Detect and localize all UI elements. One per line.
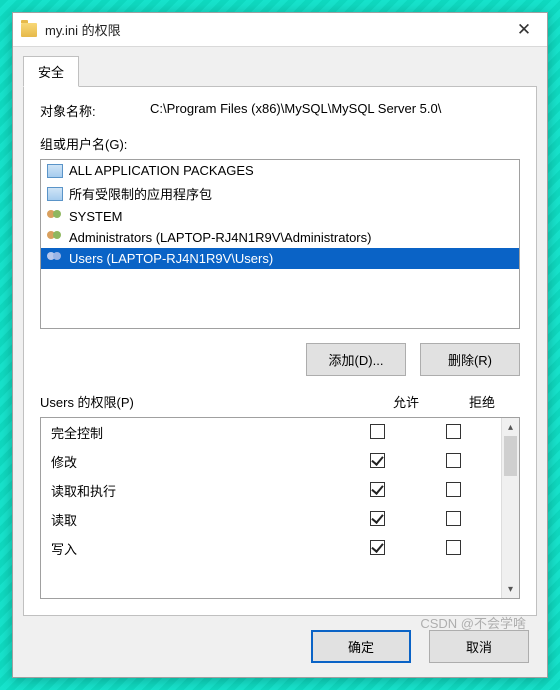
permissions-dialog: my.ini 的权限 ✕ 安全 对象名称: C:\Program Files (… <box>12 12 548 678</box>
object-name-row: 对象名称: C:\Program Files (x86)\MySQL\MySQL… <box>40 101 520 120</box>
package-icon <box>47 164 63 178</box>
deny-checkbox[interactable] <box>446 453 461 468</box>
groups-listbox[interactable]: ALL APPLICATION PACKAGES 所有受限制的应用程序包 SYSTE… <box>40 159 520 329</box>
users-icon <box>47 210 63 224</box>
tabstrip: 安全 <box>13 47 547 86</box>
deny-checkbox[interactable] <box>446 424 461 439</box>
group-list-item[interactable]: SYSTEM <box>41 206 519 227</box>
groups-label: 组或用户名(G): <box>40 134 520 153</box>
group-list-item[interactable]: Users (LAPTOP-RJ4N1R9V\Users) <box>41 248 519 269</box>
content-panel: 对象名称: C:\Program Files (x86)\MySQL\MySQL… <box>23 86 537 616</box>
object-name-value: C:\Program Files (x86)\MySQL\MySQL Serve… <box>150 101 520 120</box>
allow-column-header: 允许 <box>368 392 444 411</box>
permission-name: 修改 <box>51 452 339 471</box>
group-item-label: Users (LAPTOP-RJ4N1R9V\Users) <box>69 251 273 266</box>
allow-checkbox[interactable] <box>370 482 385 497</box>
cancel-button[interactable]: 取消 <box>429 630 529 663</box>
allow-checkbox[interactable] <box>370 424 385 439</box>
remove-button[interactable]: 删除(R) <box>420 343 520 376</box>
titlebar: my.ini 的权限 ✕ <box>13 13 547 47</box>
permission-row: 写入 <box>41 534 501 563</box>
scroll-down-icon[interactable]: ▾ <box>502 580 519 598</box>
permission-row: 修改 <box>41 447 501 476</box>
permission-name: 写入 <box>51 539 339 558</box>
permission-name: 完全控制 <box>51 423 339 442</box>
allow-checkbox[interactable] <box>370 540 385 555</box>
permissions-listbox: 完全控制修改读取和执行读取写入 ▴ ▾ <box>40 417 520 599</box>
permissions-header: Users 的权限(P) 允许 拒绝 <box>40 392 520 411</box>
close-icon: ✕ <box>517 20 531 40</box>
users-icon <box>47 231 63 245</box>
dialog-footer: 确定 取消 <box>13 616 547 677</box>
allow-checkbox[interactable] <box>370 453 385 468</box>
group-buttons-row: 添加(D)... 删除(R) <box>40 343 520 376</box>
group-item-label: SYSTEM <box>69 209 122 224</box>
ok-button[interactable]: 确定 <box>311 630 411 663</box>
permissions-title: Users 的权限(P) <box>40 392 368 411</box>
group-item-label: Administrators (LAPTOP-RJ4N1R9V\Administ… <box>69 230 371 245</box>
permission-row: 读取 <box>41 505 501 534</box>
group-list-item[interactable]: Administrators (LAPTOP-RJ4N1R9V\Administ… <box>41 227 519 248</box>
group-list-item[interactable]: 所有受限制的应用程序包 <box>41 181 519 206</box>
deny-checkbox[interactable] <box>446 511 461 526</box>
permission-name: 读取 <box>51 510 339 529</box>
deny-checkbox[interactable] <box>446 540 461 555</box>
group-item-label: 所有受限制的应用程序包 <box>69 184 212 203</box>
package-icon <box>47 187 63 201</box>
users-icon <box>47 252 63 266</box>
deny-checkbox[interactable] <box>446 482 461 497</box>
folder-icon <box>21 23 37 37</box>
close-button[interactable]: ✕ <box>501 13 547 47</box>
window-title: my.ini 的权限 <box>45 20 501 39</box>
deny-column-header: 拒绝 <box>444 392 520 411</box>
add-button[interactable]: 添加(D)... <box>306 343 406 376</box>
group-list-item[interactable]: ALL APPLICATION PACKAGES <box>41 160 519 181</box>
scrollbar[interactable]: ▴ ▾ <box>501 418 519 598</box>
scroll-thumb[interactable] <box>504 436 517 476</box>
allow-checkbox[interactable] <box>370 511 385 526</box>
permission-row: 完全控制 <box>41 418 501 447</box>
permission-name: 读取和执行 <box>51 481 339 500</box>
permission-row: 读取和执行 <box>41 476 501 505</box>
group-item-label: ALL APPLICATION PACKAGES <box>69 163 254 178</box>
tab-security[interactable]: 安全 <box>23 56 79 87</box>
scroll-up-icon[interactable]: ▴ <box>502 418 519 436</box>
object-name-label: 对象名称: <box>40 101 150 120</box>
